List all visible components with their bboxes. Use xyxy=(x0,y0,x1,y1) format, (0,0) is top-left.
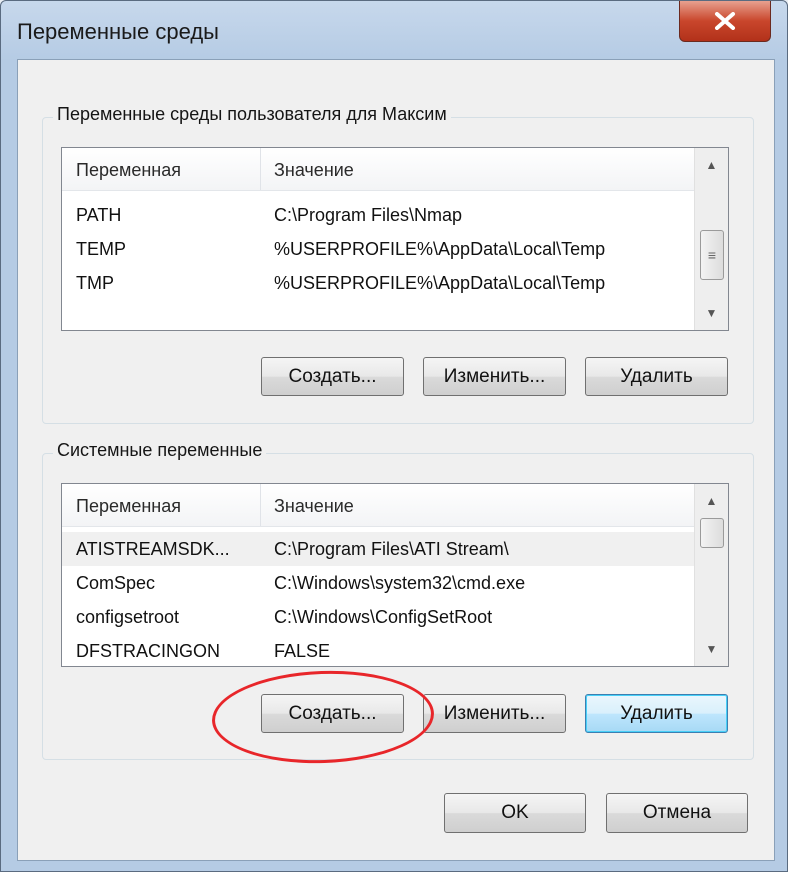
column-header-value[interactable]: Значение xyxy=(274,148,354,190)
variable-value: %USERPROFILE%\AppData\Local\Temp xyxy=(274,273,606,293)
table-row[interactable]: ATISTREAMSDK... C:\Program Files\ATI Str… xyxy=(62,532,694,566)
variable-name: DFSTRACINGON xyxy=(76,641,220,661)
system-create-button[interactable]: Создать... xyxy=(261,694,404,733)
variable-value: C:\Windows\system32\cmd.exe xyxy=(274,573,526,593)
user-delete-button[interactable]: Удалить xyxy=(585,357,728,396)
table-row[interactable]: PATH C:\Program Files\Nmap xyxy=(62,198,694,232)
column-header-variable[interactable]: Переменная xyxy=(76,148,181,190)
list-header: Переменная Значение xyxy=(62,148,694,191)
table-row[interactable]: DFSTRACINGON FALSE xyxy=(62,634,694,666)
scroll-down-arrow-icon[interactable]: ▼ xyxy=(695,634,728,664)
ok-button[interactable]: OK xyxy=(444,793,586,833)
scroll-up-arrow-icon[interactable]: ▲ xyxy=(695,486,728,516)
system-delete-button[interactable]: Удалить xyxy=(585,694,728,733)
table-row[interactable]: TMP %USERPROFILE%\AppData\Local\Temp xyxy=(62,266,694,300)
user-variables-list[interactable]: Переменная Значение PATH C:\Program File… xyxy=(61,147,729,331)
system-variables-group: Системные переменные Переменная Значение… xyxy=(42,440,754,760)
scrollbar-thumb[interactable] xyxy=(700,518,724,548)
system-variables-group-title: Системные переменные xyxy=(53,440,267,461)
column-separator[interactable] xyxy=(260,484,261,526)
variable-name: PATH xyxy=(76,205,122,225)
scroll-down-arrow-icon[interactable]: ▼ xyxy=(695,298,728,328)
dialog-client-area: Переменные среды пользователя для Максим… xyxy=(17,59,775,861)
variable-value: C:\Program Files\ATI Stream\ xyxy=(274,539,509,559)
title-bar[interactable]: Переменные среды xyxy=(1,1,787,59)
user-create-button[interactable]: Создать... xyxy=(261,357,404,396)
variable-value: C:\Windows\ConfigSetRoot xyxy=(274,607,493,627)
table-row[interactable]: ComSpec C:\Windows\system32\cmd.exe xyxy=(62,566,694,600)
variable-name: TEMP xyxy=(76,239,127,259)
scrollbar-thumb[interactable]: ≡ xyxy=(700,230,724,280)
user-variables-group: Переменные среды пользователя для Максим… xyxy=(42,104,754,424)
vertical-scrollbar[interactable]: ▲ ≡ ▼ xyxy=(694,148,728,330)
column-separator[interactable] xyxy=(260,148,261,190)
window-title: Переменные среды xyxy=(17,19,219,44)
variable-value: %USERPROFILE%\AppData\Local\Temp xyxy=(274,239,606,259)
system-variables-list[interactable]: Переменная Значение ATISTREAMSDK... C:\P… xyxy=(61,483,729,667)
close-button[interactable] xyxy=(679,1,771,42)
cancel-button[interactable]: Отмена xyxy=(606,793,748,833)
variable-value: C:\Program Files\Nmap xyxy=(274,205,463,225)
table-row[interactable]: configsetroot C:\Windows\ConfigSetRoot xyxy=(62,600,694,634)
vertical-scrollbar[interactable]: ▲ ▼ xyxy=(694,484,728,666)
user-edit-button[interactable]: Изменить... xyxy=(423,357,566,396)
environment-variables-dialog: Переменные среды Переменные среды пользо… xyxy=(0,0,788,872)
system-edit-button[interactable]: Изменить... xyxy=(423,694,566,733)
column-header-value[interactable]: Значение xyxy=(274,484,354,526)
variable-name: TMP xyxy=(76,273,114,293)
variable-name: configsetroot xyxy=(76,607,180,627)
scroll-up-arrow-icon[interactable]: ▲ xyxy=(695,150,728,180)
variable-name: ATISTREAMSDK... xyxy=(76,539,230,559)
column-header-variable[interactable]: Переменная xyxy=(76,484,181,526)
variable-name: ComSpec xyxy=(76,573,156,593)
variable-value: FALSE xyxy=(274,641,331,661)
list-header: Переменная Значение xyxy=(62,484,694,527)
table-row[interactable]: TEMP %USERPROFILE%\AppData\Local\Temp xyxy=(62,232,694,266)
close-icon xyxy=(715,12,735,30)
user-variables-group-title: Переменные среды пользователя для Максим xyxy=(53,104,451,125)
